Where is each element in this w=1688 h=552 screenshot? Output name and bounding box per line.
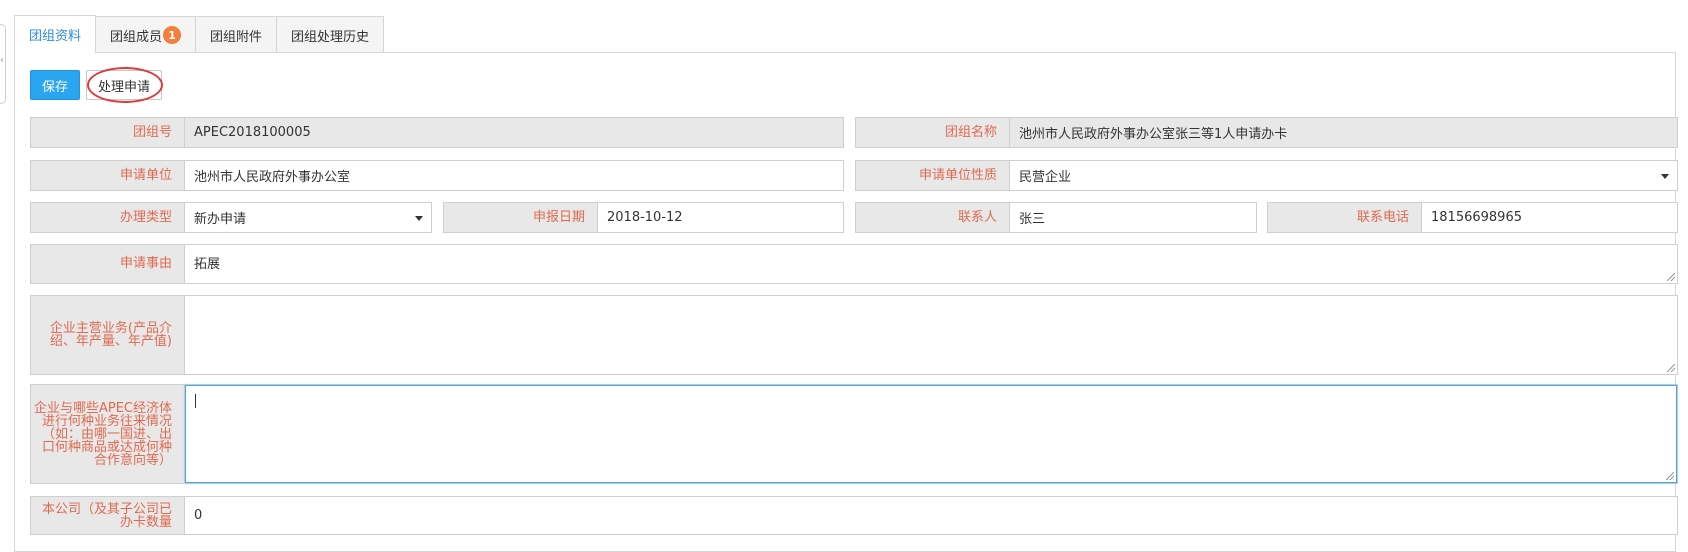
chevron-down-icon	[415, 215, 423, 221]
main-business-field: 企业主营业务(产品介绍、年产量、年产值)	[30, 295, 1678, 375]
contact-field: 联系人 张三	[855, 202, 1257, 233]
tab-group-info[interactable]: 团组资料	[14, 15, 97, 53]
main-business-textarea[interactable]	[185, 296, 1677, 374]
card-count-input[interactable]: 0	[185, 497, 1677, 534]
apec-business-label: 企业与哪些APEC经济体进行何种业务往来情况（如：由哪一国进、出口何种商品或达成…	[31, 385, 185, 483]
member-count-badge: 1	[163, 26, 182, 44]
report-date-field: 申报日期 2018-10-12	[443, 202, 844, 233]
apec-business-textarea[interactable]	[185, 385, 1677, 483]
handle-type-label: 办理类型	[31, 203, 185, 232]
process-application-button[interactable]: 处理申请	[86, 70, 162, 100]
applicant-unit-input[interactable]: 池州市人民政府外事办公室	[185, 161, 843, 190]
collapse-handle[interactable]: ‹	[0, 24, 6, 104]
group-name-label: 团组名称	[856, 118, 1010, 147]
apec-business-field: 企业与哪些APEC经济体进行何种业务往来情况（如：由哪一国进、出口何种商品或达成…	[30, 384, 1678, 484]
reason-label: 申请事由	[31, 245, 185, 283]
unit-nature-field: 申请单位性质 民营企业	[855, 160, 1678, 191]
phone-label: 联系电话	[1268, 203, 1422, 232]
handle-type-select[interactable]: 新办申请	[185, 203, 431, 232]
reason-textarea[interactable]: 拓展	[185, 245, 1677, 283]
phone-input[interactable]: 18156698965	[1422, 203, 1677, 232]
chevron-left-icon: ‹	[0, 55, 4, 66]
main-business-label: 企业主营业务(产品介绍、年产量、年产值)	[31, 296, 185, 374]
resize-handle-icon[interactable]	[1666, 472, 1674, 480]
group-name-field: 团组名称 池州市人民政府外事办公室张三等1人申请办卡	[855, 117, 1678, 148]
phone-field: 联系电话 18156698965	[1267, 202, 1678, 233]
card-count-label: 本公司（及其子公司已办卡数量	[31, 497, 185, 534]
chevron-down-icon	[1661, 173, 1669, 179]
group-name-value: 池州市人民政府外事办公室张三等1人申请办卡	[1010, 118, 1677, 147]
card-count-field: 本公司（及其子公司已办卡数量 0	[30, 496, 1678, 535]
applicant-unit-label: 申请单位	[31, 161, 185, 190]
resize-handle-icon[interactable]	[1667, 273, 1675, 281]
resize-handle-icon[interactable]	[1667, 364, 1675, 372]
tab-bar: 团组资料 团组成员 1 团组附件 团组处理历史	[14, 15, 385, 53]
unit-nature-label: 申请单位性质	[856, 161, 1010, 190]
group-no-label: 团组号	[31, 118, 185, 147]
unit-nature-select[interactable]: 民营企业	[1010, 161, 1677, 190]
handle-type-field: 办理类型 新办申请	[30, 202, 432, 233]
group-no-value: APEC2018100005	[185, 118, 843, 147]
contact-input[interactable]: 张三	[1010, 203, 1256, 232]
tab-group-attachments[interactable]: 团组附件	[195, 16, 278, 53]
reason-field: 申请事由 拓展	[30, 244, 1678, 284]
text-cursor	[195, 394, 196, 408]
report-date-input[interactable]: 2018-10-12	[598, 203, 843, 232]
report-date-label: 申报日期	[444, 203, 598, 232]
tab-group-members[interactable]: 团组成员 1	[95, 16, 197, 53]
group-no-field: 团组号 APEC2018100005	[30, 117, 844, 148]
save-button[interactable]: 保存	[30, 70, 80, 100]
applicant-unit-field: 申请单位 池州市人民政府外事办公室	[30, 160, 844, 191]
tab-group-history[interactable]: 团组处理历史	[276, 16, 385, 53]
contact-label: 联系人	[856, 203, 1010, 232]
